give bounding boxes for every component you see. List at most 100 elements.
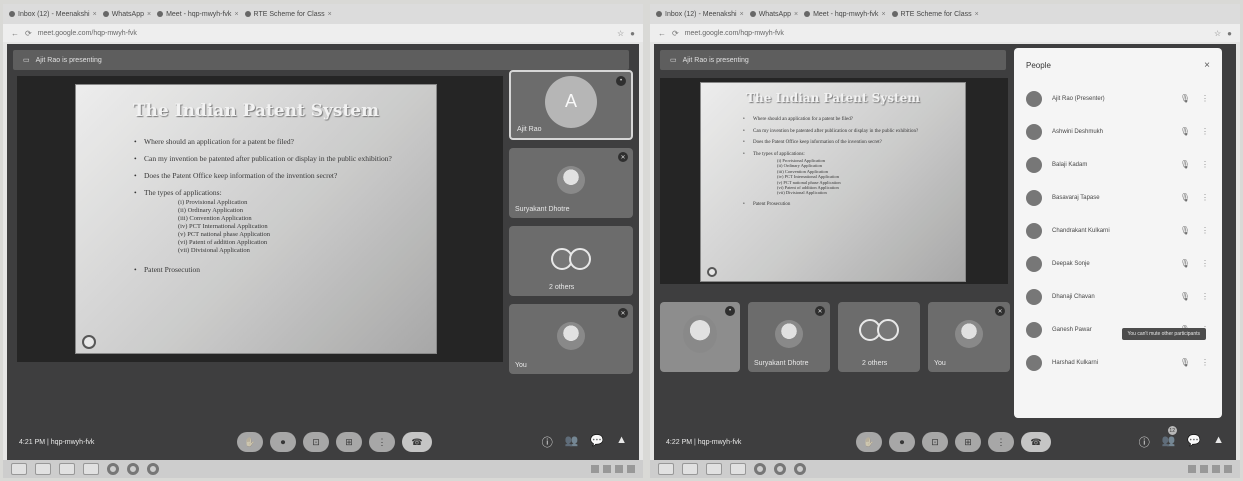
start-icon[interactable]	[658, 463, 674, 475]
tab-gmail[interactable]: Inbox (12) - Meenakshi ×	[656, 11, 744, 18]
slide-bullet: Patent Prosecution	[743, 202, 965, 207]
chat-icon[interactable]: 💬	[590, 434, 604, 450]
participant-row[interactable]: Deepak Sonje 🎙 ⋮	[1014, 247, 1222, 280]
more-icon[interactable]: ⋮	[1200, 259, 1210, 268]
activities-icon[interactable]: ▲	[1213, 434, 1224, 450]
participant-row[interactable]: Ajit Rao (Presenter) 🎙 ⋮	[1014, 82, 1222, 115]
app-icon[interactable]	[83, 463, 99, 475]
tab-meet[interactable]: Meet - hqp-mwyh-fvk ×	[804, 11, 886, 18]
tab-meet[interactable]: Meet - hqp-mwyh-fvk ×	[157, 11, 239, 18]
chrome-icon[interactable]	[754, 463, 766, 475]
self-video	[955, 319, 983, 348]
close-icon[interactable]: ×	[794, 11, 798, 18]
participant-tile-ajit[interactable]: A • Ajit Rao	[509, 70, 633, 140]
participant-row[interactable]: Ashwini Deshmukh 🎙 ⋮	[1014, 115, 1222, 148]
url-field[interactable]: meet.google.com/hqp-mwyh-fvk	[685, 30, 1208, 37]
reload-icon[interactable]: ⟳	[25, 29, 32, 38]
chat-icon[interactable]: 💬	[1187, 434, 1201, 450]
participant-tile-others[interactable]: 2 others	[838, 302, 920, 372]
more-icon[interactable]: ⋮	[1200, 127, 1210, 136]
tab-whatsapp[interactable]: WhatsApp ×	[102, 11, 151, 18]
participant-row[interactable]: Dhanaji Chavan 🎙 ⋮	[1014, 280, 1222, 313]
chrome-icon[interactable]	[107, 463, 119, 475]
captions-icon[interactable]: ⊡	[303, 432, 329, 452]
hand-icon[interactable]: ✋	[237, 432, 263, 452]
reload-icon[interactable]: ⟳	[672, 29, 679, 38]
end-call-button[interactable]: ☎	[402, 432, 432, 452]
opera-icon[interactable]	[774, 463, 786, 475]
record-icon[interactable]: ⏺	[270, 432, 296, 452]
participant-row[interactable]: Chandrakant Kulkarni 🎙 ⋮	[1014, 214, 1222, 247]
participant-name: Harshad Kulkarni	[1052, 359, 1099, 366]
close-icon[interactable]: ×	[147, 11, 151, 18]
close-icon[interactable]: ×	[328, 11, 332, 18]
profile-icon[interactable]: ●	[630, 29, 635, 38]
search-icon[interactable]	[35, 463, 51, 475]
close-icon[interactable]: ×	[975, 11, 979, 18]
files-icon[interactable]	[59, 463, 75, 475]
close-icon[interactable]: ×	[740, 11, 744, 18]
captions-icon[interactable]: ⊡	[922, 432, 948, 452]
participant-row[interactable]: Balaji Kadam 🎙 ⋮	[1014, 148, 1222, 181]
participant-count-badge: 12	[1167, 426, 1177, 435]
end-call-button[interactable]: ☎	[1021, 432, 1051, 452]
tab-whatsapp[interactable]: WhatsApp ×	[749, 11, 798, 18]
participant-tile-you[interactable]: ✕ You	[928, 302, 1010, 372]
participant-row[interactable]: Harshad Kulkarni 🎙 ⋮	[1014, 346, 1222, 379]
people-icon[interactable]: 👥	[565, 434, 579, 450]
back-icon[interactable]: ←	[11, 29, 19, 38]
opera-icon[interactable]	[127, 463, 139, 475]
more-icon[interactable]: ⋮	[1200, 226, 1210, 235]
close-icon[interactable]: ×	[234, 11, 238, 18]
more-icon[interactable]: ⋮	[1200, 94, 1210, 103]
tab-label: RTE Scheme for Class	[900, 10, 972, 18]
mic-icon[interactable]: 🎙	[1180, 94, 1190, 103]
people-icon[interactable]: 👥 12	[1162, 426, 1177, 450]
mic-icon[interactable]: 🎙	[1180, 193, 1190, 202]
app-icon[interactable]	[730, 463, 746, 475]
back-icon[interactable]: ←	[658, 29, 666, 38]
more-icon[interactable]: ⋮	[1200, 292, 1210, 301]
hand-icon[interactable]: ✋	[856, 432, 882, 452]
url-field[interactable]: meet.google.com/hqp-mwyh-fvk	[38, 30, 611, 37]
participant-tile-suryakant[interactable]: ✕ Suryakant Dhotre	[748, 302, 830, 372]
mic-icon[interactable]: 🎙	[1180, 160, 1190, 169]
tab-rte[interactable]: RTE Scheme for Class ×	[891, 10, 979, 18]
close-icon[interactable]: ×	[93, 11, 97, 18]
more-icon[interactable]: ⋮	[1200, 358, 1210, 367]
participant-row[interactable]: Basavaraj Tapase 🎙 ⋮	[1014, 181, 1222, 214]
participant-tile-you[interactable]: ✕ You	[509, 304, 633, 374]
chrome-icon[interactable]	[147, 463, 159, 475]
meet-toolbar: 4:22 PM | hqp-mwyh-fvk ✋ ⏺ ⊡ ⊞ ⋮ ☎ ⓘ 👥 12…	[654, 424, 1236, 460]
participant-tile-others[interactable]: 2 others	[509, 226, 633, 296]
info-icon[interactable]: ⓘ	[542, 434, 553, 450]
mic-icon[interactable]: 🎙	[1180, 358, 1190, 367]
info-icon[interactable]: ⓘ	[1139, 434, 1150, 450]
close-icon[interactable]: ×	[881, 11, 885, 18]
start-icon[interactable]	[11, 463, 27, 475]
more-icon[interactable]: ⋮	[369, 432, 395, 452]
search-icon[interactable]	[682, 463, 698, 475]
more-icon[interactable]: ⋮	[1200, 193, 1210, 202]
tab-rte[interactable]: RTE Scheme for Class ×	[244, 11, 332, 18]
star-icon[interactable]: ☆	[617, 29, 624, 38]
mic-icon[interactable]: 🎙	[1180, 127, 1190, 136]
star-icon[interactable]: ☆	[1214, 29, 1221, 38]
slide-subitem: (vi) Patent of addition Application	[178, 239, 268, 247]
activities-icon[interactable]: ▲	[616, 434, 627, 450]
participant-tile-suryakant[interactable]: ✕ Suryakant Dhotre	[509, 148, 633, 218]
record-icon[interactable]: ⏺	[889, 432, 915, 452]
present-icon[interactable]: ⊞	[955, 432, 981, 452]
tab-gmail[interactable]: Inbox (12) - Meenakshi ×	[9, 11, 97, 18]
mic-icon[interactable]: 🎙	[1180, 259, 1190, 268]
files-icon[interactable]	[706, 463, 722, 475]
mic-icon[interactable]: 🎙	[1180, 226, 1190, 235]
more-icon[interactable]: ⋮	[988, 432, 1014, 452]
close-icon[interactable]: ×	[1204, 60, 1210, 71]
more-icon[interactable]: ⋮	[1200, 160, 1210, 169]
present-icon[interactable]: ⊞	[336, 432, 362, 452]
chrome-icon[interactable]	[794, 463, 806, 475]
profile-icon[interactable]: ●	[1227, 29, 1232, 38]
participant-tile-camera[interactable]: •	[660, 302, 740, 372]
mic-icon[interactable]: 🎙	[1180, 292, 1190, 301]
